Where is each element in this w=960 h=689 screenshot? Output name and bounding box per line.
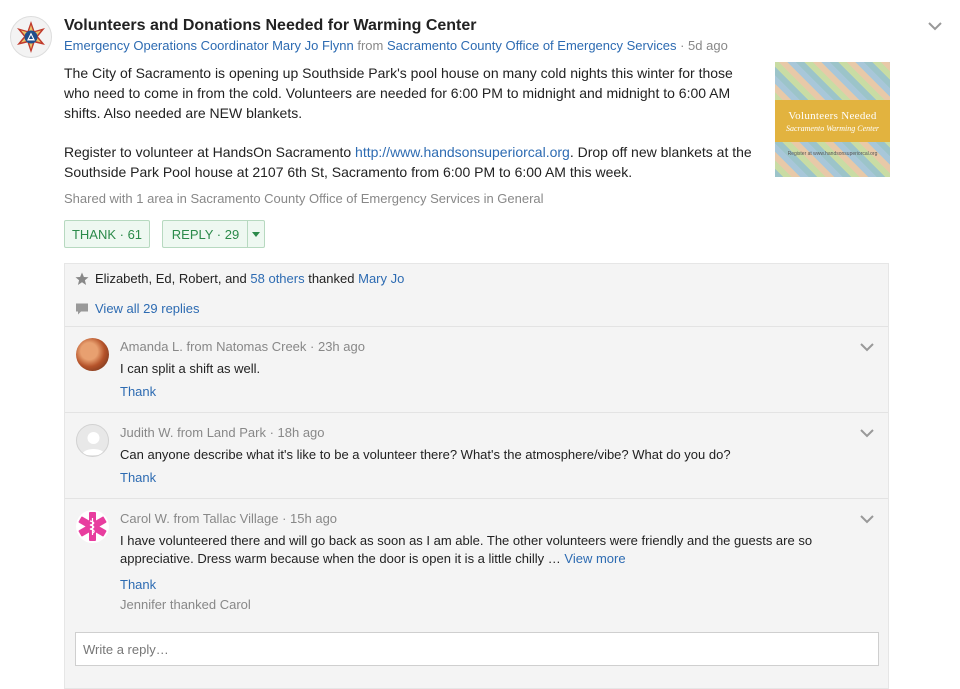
author-link[interactable]: Emergency Operations Coordinator Mary Jo… <box>64 38 354 53</box>
reply-button[interactable]: REPLY · 29 <box>162 220 248 248</box>
shared-audience: Shared with 1 area in Sacramento County … <box>64 191 544 206</box>
reply-options-chevron-down-icon[interactable] <box>859 425 875 441</box>
reply-thank-link[interactable]: Thank <box>120 577 156 592</box>
speech-bubble-icon <box>76 303 88 314</box>
view-more-link[interactable]: View more <box>564 551 625 566</box>
thank-button[interactable]: THANK · 61 <box>64 220 150 248</box>
reply-item: Judith W. from Land Park · 18h ago Can a… <box>65 412 888 498</box>
post-meta: Emergency Operations Coordinator Mary Jo… <box>64 38 728 53</box>
reply-meta: Carol W. from Tallac Village · 15h ago <box>120 511 337 526</box>
reply-text-body: I have volunteered there and will go bac… <box>120 533 813 566</box>
reply-text: I have volunteered there and will go bac… <box>120 532 830 568</box>
reply-time: · 15h ago <box>282 511 338 526</box>
reply-avatar[interactable] <box>76 338 109 371</box>
view-all-replies-row: View all 29 replies <box>75 301 200 316</box>
reply-avatar-default-user-icon[interactable] <box>76 424 109 457</box>
body-text-pre: Register to volunteer at HandsOn Sacrame… <box>64 144 356 160</box>
reply-author[interactable]: Amanda L. from Natomas Creek <box>120 339 306 354</box>
handson-link[interactable]: http://www.handsonsuperiorcal.org <box>355 144 570 160</box>
reply-time: · 18h ago <box>269 425 325 440</box>
reply-thank-link[interactable]: Thank <box>120 384 156 399</box>
reply-thank-link[interactable]: Thank <box>120 470 156 485</box>
thanked-target-link[interactable]: Mary Jo <box>358 271 404 286</box>
reply-dropdown-button[interactable] <box>247 220 265 248</box>
replies-panel: Elizabeth, Ed, Robert, and 58 others tha… <box>64 263 889 689</box>
post-title[interactable]: Volunteers and Donations Needed for Warm… <box>64 17 477 35</box>
thanked-summary: Elizabeth, Ed, Robert, and 58 others tha… <box>75 271 404 286</box>
caret-down-icon <box>252 231 260 237</box>
reply-author[interactable]: Judith W. from Land Park <box>120 425 266 440</box>
thumbnail-caption: Register at www.handsonsuperiorcal.org <box>787 151 878 157</box>
post-body-paragraph-1: The City of Sacramento is opening up Sou… <box>64 65 733 121</box>
author-avatar[interactable] <box>10 16 52 58</box>
thanked-word: thanked <box>308 271 355 286</box>
reply-meta: Amanda L. from Natomas Creek · 23h ago <box>120 339 365 354</box>
reply-avatar-medical-star-icon[interactable] <box>76 510 109 543</box>
star-icon <box>75 272 89 285</box>
reply-item: Amanda L. from Natomas Creek · 23h ago I… <box>65 326 888 412</box>
reply-thanked-footer: Jennifer thanked Carol <box>120 597 251 612</box>
reply-text: Can anyone describe what it's like to be… <box>120 447 731 462</box>
from-word: from <box>357 38 384 53</box>
post-image-thumbnail[interactable]: Volunteers Needed Sacramento Warming Cen… <box>775 62 890 177</box>
reply-time: · 23h ago <box>310 339 365 354</box>
reply-meta: Judith W. from Land Park · 18h ago <box>120 425 325 440</box>
org-link[interactable]: Sacramento County Office of Emergency Se… <box>387 38 677 53</box>
thanked-others-link[interactable]: 58 others <box>250 271 304 286</box>
reply-input[interactable] <box>75 632 879 666</box>
reply-item: Carol W. from Tallac Village · 15h ago I… <box>65 498 888 619</box>
thumbnail-banner: Volunteers Needed Sacramento Warming Cen… <box>775 100 890 142</box>
thanked-names: Elizabeth, Ed, Robert, and <box>95 271 247 286</box>
reply-author[interactable]: Carol W. from Tallac Village <box>120 511 278 526</box>
view-all-replies-link[interactable]: View all 29 replies <box>95 301 200 316</box>
reply-options-chevron-down-icon[interactable] <box>859 339 875 355</box>
thumbnail-title: Volunteers Needed <box>788 109 877 122</box>
post-time: · 5d ago <box>680 38 728 53</box>
emergency-star-badge-icon <box>17 21 45 53</box>
thumbnail-subtitle: Sacramento Warming Center <box>785 123 880 133</box>
reply-options-chevron-down-icon[interactable] <box>859 511 875 527</box>
post-body: The City of Sacramento is opening up Sou… <box>64 63 754 182</box>
post-options-chevron-down-icon[interactable] <box>927 18 943 34</box>
reply-text: I can split a shift as well. <box>120 361 261 376</box>
post-body-paragraph-2: Register to volunteer at HandsOn Sacrame… <box>64 142 754 182</box>
